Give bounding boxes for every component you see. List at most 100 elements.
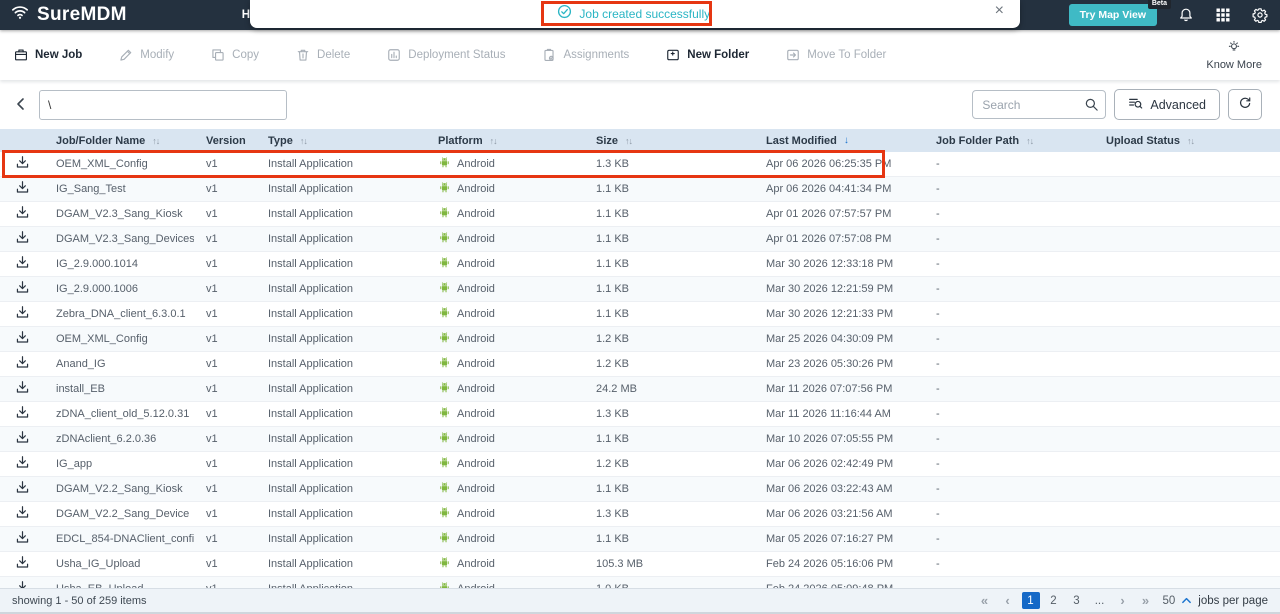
column-label: Platform (438, 135, 483, 147)
advanced-search-button[interactable]: Advanced (1114, 89, 1220, 120)
column-label: Type (268, 135, 293, 147)
column-header-last-modified[interactable]: Last Modified↓ (754, 135, 924, 147)
know-more-button[interactable]: Know More (1206, 40, 1262, 71)
job-folder-path: - (924, 408, 1094, 420)
download-job-button[interactable] (0, 330, 44, 348)
sort-desc-icon[interactable]: ↓ (844, 135, 849, 146)
table-row[interactable]: OEM_XML_Configv1Install ApplicationAndro… (0, 152, 1280, 177)
download-job-button[interactable] (0, 405, 44, 423)
chevron-up-icon[interactable] (1181, 595, 1192, 606)
sort-icon[interactable]: ↑↓ (1026, 136, 1033, 146)
page-nav-button[interactable]: » (1137, 592, 1155, 609)
column-header-size[interactable]: Size↑↓ (584, 135, 754, 147)
job-name: DGAM_V2.3_Sang_Devices (44, 233, 194, 245)
column-header-platform[interactable]: Platform ↑↓ (426, 135, 584, 147)
try-map-view-button[interactable]: Try Map View Beta (1069, 4, 1157, 26)
chevron-left-icon[interactable] (14, 97, 30, 113)
table-row[interactable]: EDCL_854-DNAClient_configv1Install Appli… (0, 527, 1280, 552)
android-icon (438, 356, 451, 372)
column-label: Version (206, 135, 246, 147)
page-nav-button[interactable]: › (1114, 592, 1132, 609)
job-last-modified: Mar 30 2026 12:21:33 PM (754, 308, 924, 320)
column-header-job-folder-name[interactable]: Job/Folder Name↑↓ (44, 135, 194, 147)
table-row[interactable]: DGAM_V2.2_Sang_Kioskv1Install Applicatio… (0, 477, 1280, 502)
table-row[interactable]: Usha_IG_Uploadv1Install ApplicationAndro… (0, 552, 1280, 577)
sort-icon[interactable]: ↑↓ (300, 136, 307, 146)
android-icon (438, 431, 451, 447)
table-row[interactable]: IG_2.9.000.1006v1Install ApplicationAndr… (0, 277, 1280, 302)
job-version: v1 (194, 508, 256, 520)
job-size: 1.3 KB (584, 158, 754, 170)
download-job-button[interactable] (0, 380, 44, 398)
column-header-job-folder-path[interactable]: Job Folder Path↑↓ (924, 135, 1094, 147)
job-size: 1.1 KB (584, 483, 754, 495)
table-row[interactable]: DGAM_V2.3_Sang_Kioskv1Install Applicatio… (0, 202, 1280, 227)
page-number-button[interactable]: ... (1091, 592, 1109, 609)
job-folder-path: - (924, 483, 1094, 495)
job-last-modified: Mar 23 2026 05:30:26 PM (754, 358, 924, 370)
page-number-button[interactable]: 3 (1068, 592, 1086, 609)
table-row[interactable]: OEM_XML_Configv1Install ApplicationAndro… (0, 327, 1280, 352)
bell-icon[interactable] (1177, 7, 1194, 24)
sort-icon[interactable]: ↑↓ (490, 136, 497, 146)
download-job-button[interactable] (0, 155, 44, 173)
job-last-modified: Mar 05 2026 07:16:27 PM (754, 533, 924, 545)
download-job-button[interactable] (0, 230, 44, 248)
download-job-button[interactable] (0, 505, 44, 523)
download-job-button[interactable] (0, 430, 44, 448)
download-job-button[interactable] (0, 355, 44, 373)
download-job-button[interactable] (0, 280, 44, 298)
folder-path-input[interactable] (39, 90, 287, 120)
showing-items-label: showing 1 - 50 of 259 items (12, 595, 147, 607)
job-last-modified: Mar 11 2026 11:16:44 AM (754, 408, 924, 420)
platform-label: Android (457, 433, 495, 445)
table-row[interactable]: IG_2.9.000.1014v1Install ApplicationAndr… (0, 252, 1280, 277)
page-number-button[interactable]: 2 (1045, 592, 1063, 609)
download-job-button[interactable] (0, 455, 44, 473)
job-version: v1 (194, 533, 256, 545)
page-nav-button[interactable]: « (976, 592, 994, 609)
table-row[interactable]: zDNAclient_6.2.0.36v1Install Application… (0, 427, 1280, 452)
download-icon (15, 580, 30, 588)
job-platform: Android (426, 231, 584, 247)
android-icon (438, 181, 451, 197)
per-page-count[interactable]: 50 (1163, 595, 1176, 607)
table-row[interactable]: zDNA_client_old_5.12.0.31v1Install Appli… (0, 402, 1280, 427)
job-size: 1.2 KB (584, 358, 754, 370)
page-number-button[interactable]: 1 (1022, 592, 1040, 609)
download-icon (15, 280, 30, 298)
table-row[interactable]: Usha_EB_Uploadv1Install ApplicationAndro… (0, 577, 1280, 588)
download-icon (15, 530, 30, 548)
download-job-button[interactable] (0, 530, 44, 548)
download-job-button[interactable] (0, 205, 44, 223)
close-icon[interactable]: × (995, 2, 1004, 20)
toast-notification: Job created successfully. × (250, 0, 1020, 28)
table-row[interactable]: DGAM_V2.2_Sang_Devicev1Install Applicati… (0, 502, 1280, 527)
column-header-version[interactable]: Version (194, 135, 256, 147)
column-header-type[interactable]: Type ↑↓ (256, 135, 426, 147)
apps-grid-icon[interactable] (1214, 7, 1231, 24)
download-job-button[interactable] (0, 305, 44, 323)
table-row[interactable]: Zebra_DNA_client_6.3.0.1v1Install Applic… (0, 302, 1280, 327)
refresh-button[interactable] (1228, 89, 1262, 120)
table-row[interactable]: install_EBv1Install ApplicationAndroid24… (0, 377, 1280, 402)
new-folder-button[interactable]: New Folder (666, 48, 749, 62)
sort-icon[interactable]: ↑↓ (625, 136, 632, 146)
new-job-button[interactable]: New Job (14, 48, 82, 62)
table-row[interactable]: Anand_IGv1Install ApplicationAndroid1.2 … (0, 352, 1280, 377)
download-job-button[interactable] (0, 480, 44, 498)
table-row[interactable]: IG_appv1Install ApplicationAndroid1.2 KB… (0, 452, 1280, 477)
sort-icon[interactable]: ↑↓ (152, 136, 159, 146)
page-nav-button[interactable]: ‹ (999, 592, 1017, 609)
sort-icon[interactable]: ↑↓ (1187, 136, 1194, 146)
table-row[interactable]: IG_Sang_Testv1Install ApplicationAndroid… (0, 177, 1280, 202)
job-folder-path: - (924, 183, 1094, 195)
gear-icon[interactable] (1251, 7, 1268, 24)
job-name: DGAM_V2.3_Sang_Kiosk (44, 208, 194, 220)
table-row[interactable]: DGAM_V2.3_Sang_Devicesv1Install Applicat… (0, 227, 1280, 252)
download-job-button[interactable] (0, 255, 44, 273)
column-header-upload-status[interactable]: Upload Status↑↓ (1094, 135, 1280, 147)
download-job-button[interactable] (0, 555, 44, 573)
download-job-button[interactable] (0, 180, 44, 198)
download-job-button[interactable] (0, 580, 44, 588)
